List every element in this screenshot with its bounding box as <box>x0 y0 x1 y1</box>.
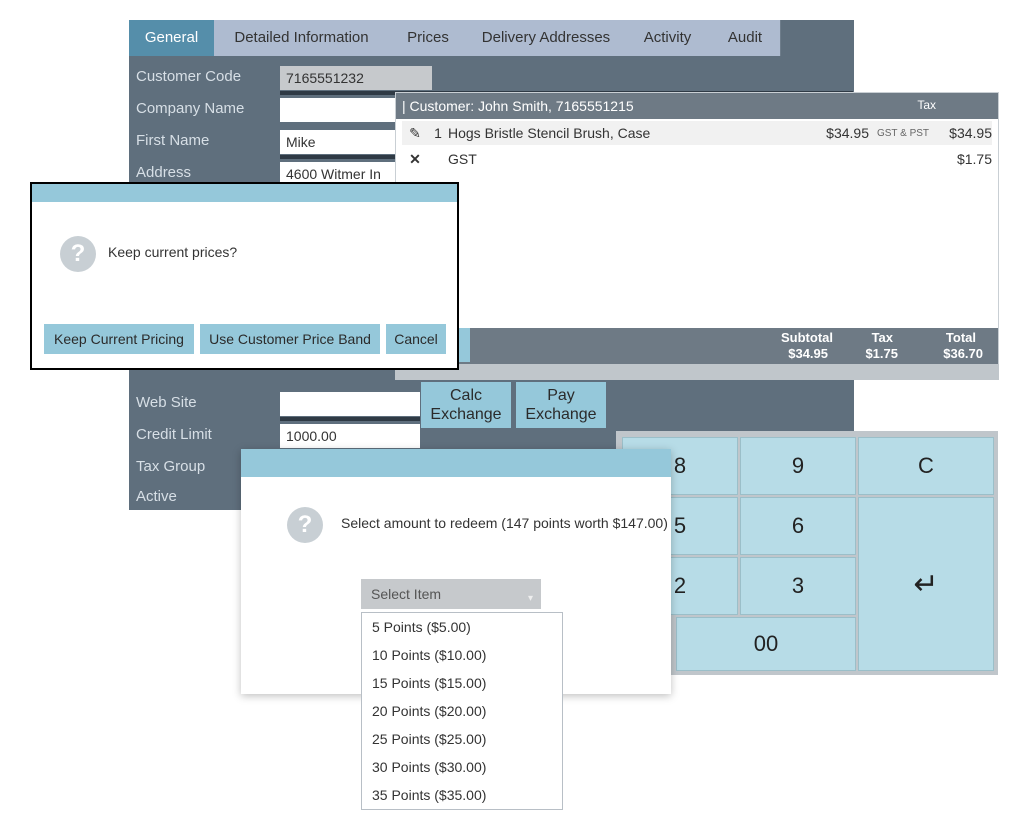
company-name-field[interactable] <box>280 98 400 122</box>
close-icon[interactable]: ✕ <box>402 151 428 168</box>
dialog2-titlebar <box>241 449 671 477</box>
tab-delivery-addresses[interactable]: Delivery Addresses <box>467 20 626 56</box>
redeem-option[interactable]: 25 Points ($25.00) <box>362 725 562 753</box>
enter-icon: ↵ <box>913 567 938 602</box>
pay-exchange-button[interactable]: Pay Exchange <box>516 382 606 428</box>
cancel-button[interactable]: Cancel <box>386 324 446 354</box>
redeem-option[interactable]: 20 Points ($20.00) <box>362 697 562 725</box>
tab-activity[interactable]: Activity <box>625 20 711 56</box>
tab-detailed-information[interactable]: Detailed Information <box>214 20 390 56</box>
web-site-field[interactable] <box>280 392 420 416</box>
chevron-down-icon: ▾ <box>528 584 533 614</box>
strip <box>395 364 999 380</box>
label-address: Address <box>136 164 191 181</box>
redeem-amount-dropdown[interactable]: 5 Points ($5.00) 10 Points ($10.00) 15 P… <box>361 612 563 810</box>
question-icon: ? <box>60 236 96 272</box>
label-tax-group: Tax Group <box>136 458 205 475</box>
dialog1-titlebar <box>32 184 457 202</box>
line-desc: Hogs Bristle Stencil Brush, Case <box>448 125 809 141</box>
tax-value: $1.75 <box>865 346 898 361</box>
order-receipt-panel: | Customer: John Smith, 7165551215 Tax ✎… <box>395 92 999 365</box>
key-9[interactable]: 9 <box>740 437 856 495</box>
label-credit-limit: Credit Limit <box>136 426 212 443</box>
redeem-option[interactable]: 5 Points ($5.00) <box>362 613 562 641</box>
redeem-option[interactable]: 30 Points ($30.00) <box>362 753 562 781</box>
line-price: $34.95 <box>809 125 869 141</box>
key-00[interactable]: 00 <box>676 617 856 671</box>
receipt-tax-header: Tax <box>917 98 936 112</box>
redeem-option[interactable]: 35 Points ($35.00) <box>362 781 562 809</box>
keep-prices-dialog: ? Keep current prices? Keep Current Pric… <box>30 182 459 370</box>
subtotal-value: $34.95 <box>788 346 828 361</box>
dialog1-message: Keep current prices? <box>108 244 237 260</box>
key-6[interactable]: 6 <box>740 497 856 555</box>
total-value: $36.70 <box>943 346 983 361</box>
label-customer-code: Customer Code <box>136 68 241 85</box>
label-active: Active <box>136 488 177 505</box>
line-tax-note: GST & PST <box>869 128 937 139</box>
first-name-field[interactable] <box>280 130 400 154</box>
subtotal-label: Subtotal <box>781 330 833 345</box>
pencil-icon[interactable]: ✎ <box>402 125 428 142</box>
key-clear[interactable]: C <box>858 437 994 495</box>
redeem-option[interactable]: 10 Points ($10.00) <box>362 641 562 669</box>
keep-current-pricing-button[interactable]: Keep Current Pricing <box>44 324 194 354</box>
redeem-option[interactable]: 15 Points ($15.00) <box>362 669 562 697</box>
dialog2-message: Select amount to redeem (147 points wort… <box>341 515 668 531</box>
key-3[interactable]: 3 <box>740 557 856 615</box>
use-customer-price-band-button[interactable]: Use Customer Price Band <box>200 324 380 354</box>
tab-audit[interactable]: Audit <box>710 20 781 56</box>
line2-desc: GST <box>448 151 809 167</box>
calc-exchange-button[interactable]: Calc Exchange <box>421 382 511 428</box>
question-icon: ? <box>287 507 323 543</box>
redeem-amount-select[interactable]: Select Item ▾ <box>361 579 541 609</box>
tax-label: Tax <box>872 330 893 345</box>
select-placeholder: Select Item <box>371 586 441 602</box>
tab-general[interactable]: General <box>129 20 214 56</box>
receipt-footer: ue Subtotal $34.95 Tax $1.75 Total $36.7… <box>396 328 998 364</box>
label-web-site: Web Site <box>136 394 197 411</box>
total-label: Total <box>946 330 976 345</box>
tab-prices[interactable]: Prices <box>389 20 468 56</box>
credit-limit-field[interactable] <box>280 424 420 448</box>
key-enter[interactable]: ↵ <box>858 497 994 671</box>
receipt-header: | Customer: John Smith, 7165551215 <box>402 98 634 114</box>
label-first-name: First Name <box>136 132 209 149</box>
line-tax-amount: $34.95 <box>937 125 992 141</box>
label-company-name: Company Name <box>136 100 244 117</box>
line2-tax: $1.75 <box>809 151 992 167</box>
line-qty: 1 <box>428 125 448 141</box>
customer-code-field[interactable] <box>280 66 432 90</box>
